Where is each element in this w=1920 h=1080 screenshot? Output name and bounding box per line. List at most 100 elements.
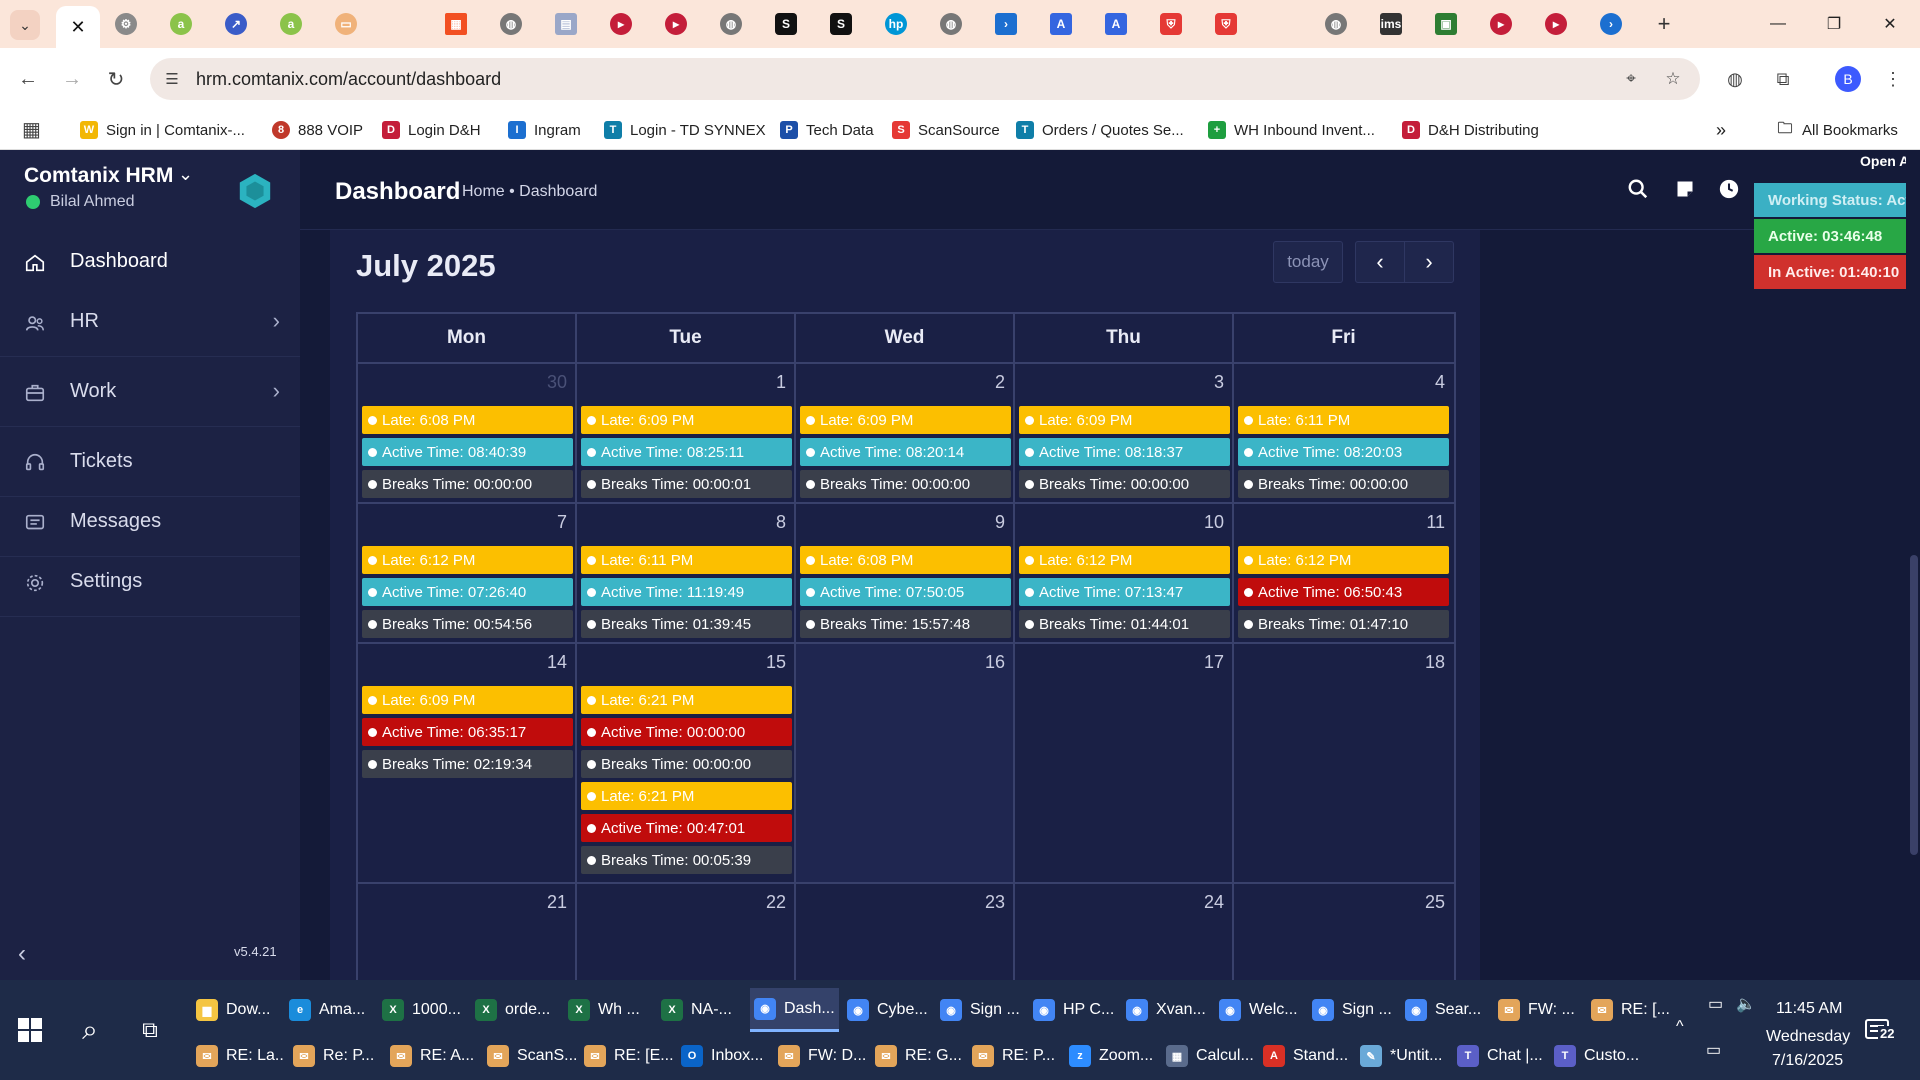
calendar-day-cell[interactable]: 11 Late: 6:12 PM Active Time: 06:50:43 Brea…: [1234, 504, 1453, 642]
taskbar-app-button[interactable]: Xorde...: [471, 988, 560, 1032]
tab-favicon-shield-icon[interactable]: ⛨: [1160, 13, 1182, 35]
forward-arrow-icon[interactable]: →: [56, 63, 88, 95]
calendar-event-active-ok[interactable]: Active Time: 07:26:40: [362, 578, 573, 606]
calendar-day-cell[interactable]: 22: [577, 884, 796, 980]
taskbar-app-button[interactable]: ✉ RE: G...: [871, 1034, 964, 1078]
taskbar-app-button[interactable]: ✉ Re: P...: [289, 1034, 382, 1078]
calendar-day-cell[interactable]: 23: [796, 884, 1015, 980]
calendar-event-breaks[interactable]: Breaks Time: 01:47:10: [1238, 610, 1449, 638]
volume-icon[interactable]: 🔈: [1736, 994, 1756, 1014]
calendar-event-breaks[interactable]: Breaks Time: 00:54:56: [362, 610, 573, 638]
taskbar-app-button[interactable]: ◉ Xvan...: [1122, 988, 1211, 1032]
calendar-day-cell[interactable]: 1 Late: 6:09 PM Active Time: 08:25:11 Break…: [577, 364, 796, 502]
taskbar-app-button[interactable]: ◉ HP C...: [1029, 988, 1118, 1032]
calendar-day-cell[interactable]: 15 Late: 6:21 PM Active Time: 00:00:00 Brea…: [577, 644, 796, 882]
bookmark-item[interactable]: D Login D&H: [382, 118, 481, 142]
task-view-icon[interactable]: ⧉: [130, 1010, 170, 1050]
calendar-event-active-low[interactable]: Active Time: 06:35:17: [362, 718, 573, 746]
day-number[interactable]: 1: [776, 372, 786, 393]
site-info-icon[interactable]: ☰: [162, 69, 182, 89]
tab-favicon-amazon-icon[interactable]: a: [280, 13, 302, 35]
day-number[interactable]: 17: [1204, 652, 1224, 673]
tab-search-chevron-icon[interactable]: ⌄: [10, 10, 40, 40]
active-tab[interactable]: ✕: [56, 6, 100, 48]
calendar-day-cell[interactable]: 3 Late: 6:09 PM Active Time: 08:18:37 Break…: [1015, 364, 1234, 502]
calendar-day-cell[interactable]: 9 Late: 6:08 PM Active Time: 07:50:05 Break…: [796, 504, 1015, 642]
calendar-event-active-low[interactable]: Active Time: 06:50:43: [1238, 578, 1449, 606]
prev-month-button[interactable]: ‹: [1355, 241, 1405, 283]
tab-favicon-amazon-icon[interactable]: a: [170, 13, 192, 35]
minimize-icon[interactable]: —: [1750, 0, 1806, 48]
taskbar-app-button[interactable]: ✉ ScanS...: [483, 1034, 576, 1078]
scrollbar-thumb[interactable]: [1910, 555, 1918, 855]
taskbar-app-button[interactable]: ◉ Sign ...: [936, 988, 1025, 1032]
calendar-event-late[interactable]: Late: 6:12 PM: [362, 546, 573, 574]
clock-icon[interactable]: [1716, 176, 1742, 202]
bookmark-star-icon[interactable]: ☆: [1662, 68, 1684, 90]
taskbar-app-button[interactable]: ◉ Sign ...: [1308, 988, 1397, 1032]
translate-globe-icon[interactable]: ◍: [1720, 64, 1750, 94]
taskbar-app-button[interactable]: X NA-...: [657, 988, 746, 1032]
taskbar-app-button[interactable]: ✉ RE: [...: [1587, 988, 1676, 1032]
tab-favicon-dh-icon[interactable]: ▸: [665, 13, 687, 35]
calendar-day-cell[interactable]: 10 Late: 6:12 PM Active Time: 07:13:47 Brea…: [1015, 504, 1234, 642]
clock-date[interactable]: 7/16/2025: [1772, 1052, 1843, 1070]
tab-favicon-dh-icon[interactable]: ▸: [610, 13, 632, 35]
day-number[interactable]: 11: [1426, 512, 1445, 533]
bookmark-item[interactable]: T Orders / Quotes Se...: [1016, 118, 1184, 142]
day-number[interactable]: 18: [1425, 652, 1445, 673]
calendar-day-cell[interactable]: 25: [1234, 884, 1453, 980]
tab-favicon-a-icon[interactable]: A: [1050, 13, 1072, 35]
reload-icon[interactable]: ↻: [100, 63, 132, 95]
taskbar-app-button[interactable]: ✉ RE: La...: [192, 1034, 285, 1078]
taskbar-app-button[interactable]: e Ama...: [285, 988, 374, 1032]
calendar-event-breaks[interactable]: Breaks Time: 01:39:45: [581, 610, 792, 638]
tab-favicon-hp-icon[interactable]: hp: [885, 13, 907, 35]
calendar-day-cell[interactable]: 7 Late: 6:12 PM Active Time: 07:26:40 Break…: [358, 504, 577, 642]
calendar-day-cell[interactable]: 4 Late: 6:11 PM Active Time: 08:20:03 Break…: [1234, 364, 1453, 502]
calendar-day-cell[interactable]: 14 Late: 6:09 PM Active Time: 06:35:17 Brea…: [358, 644, 577, 882]
taskbar-app-button[interactable]: ▦ Calcul...: [1162, 1034, 1255, 1078]
extensions-puzzle-icon[interactable]: ⧉: [1768, 64, 1798, 94]
calendar-event-active-ok[interactable]: Active Time: 11:19:49: [581, 578, 792, 606]
sidebar-item-tickets[interactable]: Tickets: [0, 434, 300, 490]
taskbar-app-button[interactable]: ◉ Sear...: [1401, 988, 1490, 1032]
day-number[interactable]: 3: [1214, 372, 1224, 393]
taskbar-app-button[interactable]: X 1000...: [378, 988, 467, 1032]
bookmark-item[interactable]: S ScanSource: [892, 118, 1000, 142]
day-number[interactable]: 8: [776, 512, 786, 533]
calendar-day-cell[interactable]: 16: [796, 644, 1015, 882]
day-number[interactable]: 4: [1435, 372, 1445, 393]
all-bookmarks[interactable]: 🗀 All Bookmarks: [1776, 118, 1897, 142]
calendar-event-active-ok[interactable]: Active Time: 08:25:11: [581, 438, 792, 466]
tab-favicon-globe-icon[interactable]: ◍: [500, 13, 522, 35]
tab-favicon-microsoft-icon[interactable]: ▦: [445, 13, 467, 35]
day-number[interactable]: 10: [1204, 512, 1224, 533]
tray-overflow-chevron-icon[interactable]: ^: [1676, 1018, 1684, 1036]
taskbar-app-button[interactable]: ✉ RE: A...: [386, 1034, 479, 1078]
address-bar[interactable]: ☰ hrm.comtanix.com/account/dashboard ⌖ ☆: [150, 58, 1700, 100]
bookmark-item[interactable]: D D&H Distributing: [1402, 118, 1539, 142]
bookmark-item[interactable]: + WH Inbound Invent...: [1208, 118, 1375, 142]
calendar-event-active-ok[interactable]: Active Time: 08:20:03: [1238, 438, 1449, 466]
bookmark-item[interactable]: 8 888 VOIP: [272, 118, 363, 142]
tab-favicon-ims-icon[interactable]: ims: [1380, 13, 1402, 35]
window-close-icon[interactable]: ✕: [1862, 0, 1918, 48]
calendar-day-cell[interactable]: 18: [1234, 644, 1453, 882]
sidebar-item-settings[interactable]: Settings: [0, 554, 300, 610]
day-number[interactable]: 24: [1204, 892, 1224, 913]
tab-favicon-doc-icon[interactable]: ▭: [335, 13, 357, 35]
calendar-event-late[interactable]: Late: 6:12 PM: [1238, 546, 1449, 574]
calendar-event-late[interactable]: Late: 6:12 PM: [1019, 546, 1230, 574]
taskbar-app-button[interactable]: T Custo...: [1550, 1034, 1643, 1078]
tab-favicon-globe-icon[interactable]: ◍: [720, 13, 742, 35]
location-pin-icon[interactable]: ⌖: [1620, 68, 1642, 90]
tab-favicon-a-icon[interactable]: A: [1105, 13, 1127, 35]
day-number[interactable]: 23: [985, 892, 1005, 913]
day-number[interactable]: 16: [985, 652, 1005, 673]
clock-time[interactable]: 11:45 AM: [1776, 1000, 1842, 1018]
tab-favicon-s-icon[interactable]: S: [775, 13, 797, 35]
tab-favicon-screen-icon[interactable]: ▣: [1435, 13, 1457, 35]
day-number[interactable]: 9: [995, 512, 1005, 533]
chevron-down-icon[interactable]: ⌄: [178, 164, 193, 185]
